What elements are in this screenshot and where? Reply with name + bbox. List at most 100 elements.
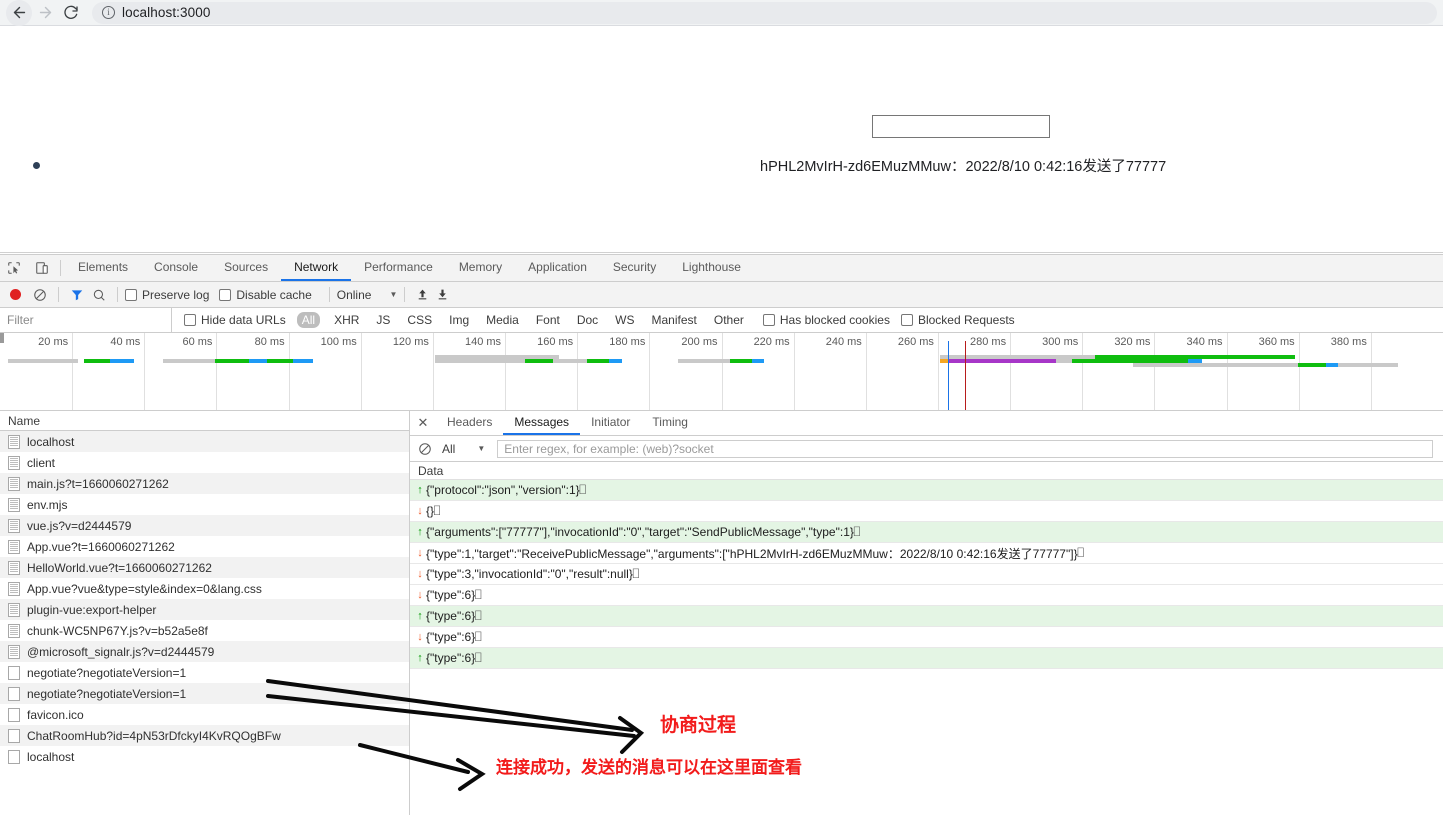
site-info-icon[interactable]: i	[102, 6, 115, 19]
websocket-message-row[interactable]: ↑ {"type":6} ⎕	[410, 606, 1443, 627]
type-chip-ws[interactable]: WS	[612, 312, 637, 328]
waterfall-segment	[215, 359, 249, 363]
request-row[interactable]: HelloWorld.vue?t=1660060271262	[0, 557, 409, 578]
request-row[interactable]: negotiate?negotiateVersion=1	[0, 683, 409, 704]
request-row[interactable]: App.vue?vue&type=style&index=0&lang.css	[0, 578, 409, 599]
device-toolbar-icon[interactable]	[28, 255, 56, 281]
request-row[interactable]: vue.js?v=d2444579	[0, 515, 409, 536]
request-row[interactable]: negotiate?negotiateVersion=1	[0, 662, 409, 683]
devtools-tab-memory[interactable]: Memory	[446, 255, 515, 281]
devtools-tab-sources[interactable]: Sources	[211, 255, 281, 281]
message-data: {"type":3,"invocationId":"0","result":nu…	[426, 567, 633, 581]
preserve-log-checkbox[interactable]: Preserve log	[125, 288, 209, 302]
websocket-message-row[interactable]: ↓ {"type":1,"target":"ReceivePublicMessag…	[410, 543, 1443, 564]
filter-input[interactable]: Filter	[0, 308, 172, 332]
data-column-header[interactable]: Data	[410, 462, 1443, 480]
forward-arrow-icon[interactable]	[32, 0, 58, 26]
search-icon[interactable]	[88, 288, 110, 302]
devtools-tab-security[interactable]: Security	[600, 255, 669, 281]
clear-icon[interactable]	[29, 288, 51, 302]
checkbox-box	[184, 314, 196, 326]
waterfall-segment	[267, 359, 293, 363]
request-row[interactable]: @microsoft_signalr.js?v=d2444579	[0, 641, 409, 662]
websocket-message-row[interactable]: ↓ {"type":6} ⎕	[410, 627, 1443, 648]
request-row[interactable]: plugin-vue:export-helper	[0, 599, 409, 620]
export-har-icon[interactable]	[432, 288, 452, 301]
address-bar[interactable]: i localhost:3000	[92, 1, 1437, 24]
message-received-icon: ↓	[417, 631, 423, 643]
request-row[interactable]: localhost	[0, 746, 409, 767]
devtools-tab-application[interactable]: Application	[515, 255, 600, 281]
message-regex-input[interactable]: Enter regex, for example: (web)?socket	[497, 439, 1433, 458]
document-icon	[8, 560, 20, 575]
message-data: {"type":6}	[426, 651, 476, 665]
blocked-requests-checkbox[interactable]: Blocked Requests	[900, 313, 1015, 327]
throttle-select[interactable]: Online ▼	[337, 288, 398, 302]
timeline-tick-label: 380 ms	[1330, 336, 1367, 348]
websocket-message-row[interactable]: ↑ {"arguments":["77777"],"invocationId":"…	[410, 522, 1443, 543]
request-row[interactable]: client	[0, 452, 409, 473]
devtools-tab-performance[interactable]: Performance	[351, 255, 446, 281]
name-column-header[interactable]: Name	[0, 411, 409, 431]
type-chip-img[interactable]: Img	[446, 312, 472, 328]
type-chip-xhr[interactable]: XHR	[331, 312, 362, 328]
devtools-tab-network[interactable]: Network	[281, 255, 352, 281]
timeline-gridline	[72, 333, 74, 410]
record-stop-icon[interactable]	[10, 289, 21, 300]
waterfall-segment	[1095, 355, 1295, 359]
devtools-tab-elements[interactable]: Elements	[65, 255, 141, 281]
websocket-message-row[interactable]: ↑ {"type":6} ⎕	[410, 648, 1443, 669]
timeline-tick-label: 240 ms	[825, 336, 862, 348]
timeline-gridline	[505, 333, 507, 410]
document-icon	[8, 539, 20, 554]
type-chip-other[interactable]: Other	[711, 312, 747, 328]
document-icon	[8, 455, 20, 470]
tab-label: Application	[528, 260, 587, 274]
resource-type-filters: Hide data URLs All XHR JS CSS Img Media Font Do…	[172, 312, 1015, 328]
request-row[interactable]: favicon.ico	[0, 704, 409, 725]
request-row[interactable]: App.vue?t=1660060271262	[0, 536, 409, 557]
reload-icon[interactable]	[58, 0, 84, 26]
clear-messages-icon[interactable]	[414, 442, 436, 456]
request-row[interactable]: env.mjs	[0, 494, 409, 515]
message-received-icon: ↓	[417, 505, 423, 517]
network-split-view: Name localhost client main.js?t=1660060271…	[0, 411, 1443, 815]
detail-tab-messages[interactable]: Messages	[503, 411, 581, 435]
message-sent-icon: ↑	[417, 652, 423, 664]
websocket-message-row[interactable]: ↑ {"protocol":"json","version":1} ⎕	[410, 480, 1443, 501]
has-blocked-cookies-checkbox[interactable]: Has blocked cookies	[762, 313, 890, 327]
websocket-message-row[interactable]: ↓ {"type":3,"invocationId":"0","result":n…	[410, 564, 1443, 585]
message-input[interactable]	[872, 115, 1050, 138]
document-icon	[8, 497, 20, 512]
back-arrow-icon[interactable]	[6, 0, 32, 26]
inspect-element-icon[interactable]	[0, 255, 28, 281]
detail-tab-initiator[interactable]: Initiator	[580, 411, 641, 435]
type-chip-media[interactable]: Media	[483, 312, 522, 328]
websocket-message-row[interactable]: ↓{} ⎕	[410, 501, 1443, 522]
websocket-message-row[interactable]: ↓ {"type":6} ⎕	[410, 585, 1443, 606]
request-name: @microsoft_signalr.js?v=d2444579	[27, 644, 215, 659]
detail-tab-timing[interactable]: Timing	[641, 411, 699, 435]
type-chip-manifest[interactable]: Manifest	[649, 312, 700, 328]
devtools-tab-lighthouse[interactable]: Lighthouse	[669, 255, 754, 281]
message-type-select[interactable]: All ▼	[436, 442, 491, 456]
type-chip-doc[interactable]: Doc	[574, 312, 601, 328]
hide-data-urls-checkbox[interactable]: Hide data URLs	[184, 313, 286, 327]
request-row[interactable]: localhost	[0, 431, 409, 452]
request-name: App.vue?t=1660060271262	[27, 539, 175, 554]
type-chip-all[interactable]: All	[296, 312, 321, 328]
close-icon[interactable]: ✕	[410, 411, 436, 435]
funnel-filter-icon[interactable]	[66, 288, 88, 302]
import-har-icon[interactable]	[412, 288, 432, 301]
request-row[interactable]: chunk-WC5NP67Y.js?v=b52a5e8f	[0, 620, 409, 641]
network-overview-timeline[interactable]: 20 ms 40 ms 60 ms 80 ms 100 ms 120 ms 140 ms 16…	[0, 333, 1443, 411]
disable-cache-checkbox[interactable]: Disable cache	[219, 288, 312, 302]
type-chip-js[interactable]: JS	[373, 312, 393, 328]
type-chip-css[interactable]: CSS	[404, 312, 435, 328]
devtools-tab-console[interactable]: Console	[141, 255, 211, 281]
timeline-tick-label: 340 ms	[1186, 336, 1223, 348]
type-chip-font[interactable]: Font	[533, 312, 563, 328]
detail-tab-headers[interactable]: Headers	[436, 411, 503, 435]
request-row[interactable]: main.js?t=1660060271262	[0, 473, 409, 494]
request-row[interactable]: ChatRoomHub?id=4pN53rDfckyI4KvRQOgBFw	[0, 725, 409, 746]
